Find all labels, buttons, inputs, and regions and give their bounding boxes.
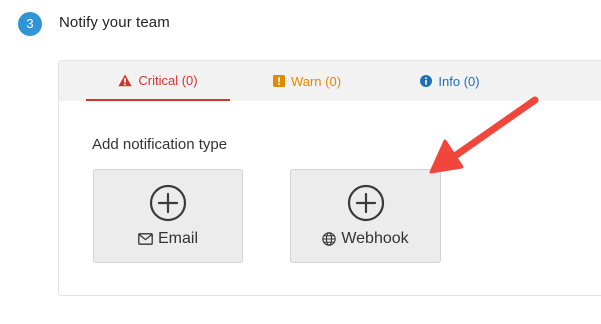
tab-critical[interactable]: Critical (0) (86, 61, 230, 101)
add-circle-icon (149, 184, 187, 222)
tab-critical-label: Critical (0) (138, 72, 198, 88)
add-circle-icon (347, 184, 385, 222)
webhook-card-label-row: Webhook (291, 230, 440, 248)
step-number-badge: 3 (18, 12, 42, 36)
step-title: Notify your team (59, 14, 170, 31)
exclamation-square-icon (272, 75, 285, 87)
tab-info[interactable]: Info (0) (405, 61, 495, 101)
info-circle-icon (420, 75, 433, 87)
envelope-icon (138, 233, 153, 245)
email-card[interactable]: Email (93, 169, 243, 263)
email-card-label-row: Email (94, 230, 242, 248)
warning-triangle-icon (118, 74, 132, 87)
notification-type-heading: Add notification type (92, 136, 228, 153)
webhook-card[interactable]: Webhook (290, 169, 441, 263)
notification-panel: Critical (0) Warn (0) Info (0) Add notif… (58, 60, 601, 296)
globe-icon (322, 232, 337, 246)
email-card-label: Email (157, 230, 198, 247)
severity-tab-bar: Critical (0) Warn (0) Info (0) (59, 61, 601, 101)
tab-info-label: Info (0) (438, 73, 480, 89)
webhook-card-label: Webhook (341, 230, 409, 247)
tab-warn[interactable]: Warn (0) (257, 61, 357, 101)
tab-warn-label: Warn (0) (290, 73, 342, 89)
